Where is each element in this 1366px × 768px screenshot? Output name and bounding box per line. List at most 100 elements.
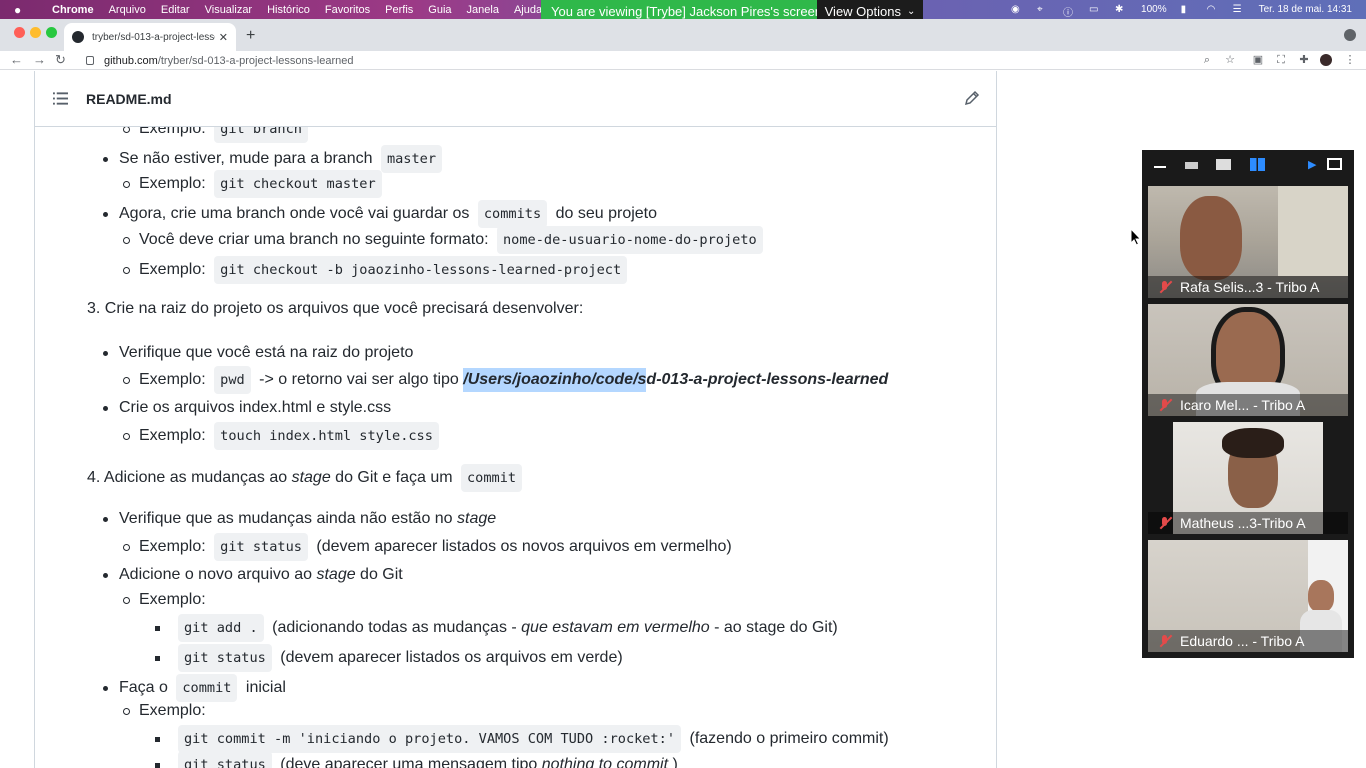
disc-bullet	[103, 350, 108, 356]
target-icon[interactable]: ⌖	[1037, 4, 1049, 16]
window-minimize-button[interactable]	[30, 27, 41, 38]
forward-arrow-icon[interactable]: →	[33, 52, 46, 67]
speaker-view-icon[interactable]	[1216, 159, 1231, 170]
participant-video-tile[interactable]: Eduardo ... - Tribo A	[1148, 540, 1348, 652]
gallery-view-icon[interactable]	[1250, 158, 1265, 171]
extension-icon[interactable]: ▣	[1252, 54, 1264, 66]
menu-item-editar[interactable]: Editar	[161, 4, 190, 16]
readme-filename: README.md	[86, 91, 172, 107]
circle-bullet	[123, 596, 130, 604]
tab-title: tryber/sd-013-a-project-lesso	[92, 31, 215, 43]
next-page-icon[interactable]: ▶	[1308, 158, 1316, 171]
emphasis-text: que estavam em vermelho	[521, 619, 710, 636]
window-close-button[interactable]	[14, 27, 25, 38]
participant-video-tile[interactable]: Rafa Selis...3 - Tribo A	[1148, 186, 1348, 298]
puzzle-extensions-icon[interactable]: ✚	[1298, 54, 1310, 66]
apple-icon[interactable]: ●	[14, 3, 28, 17]
zoom-magnifier-icon[interactable]: ⌕	[1201, 54, 1213, 66]
circle-bullet	[123, 236, 130, 244]
edit-pencil-icon[interactable]	[964, 90, 980, 106]
participant-name: Rafa Selis...3 - Tribo A	[1180, 279, 1320, 295]
readme-paragraph: 3. Crie na raiz do projeto os arquivos q…	[87, 297, 583, 321]
readme-header: README.md	[35, 71, 996, 127]
text-run: Exemplo:	[139, 702, 206, 719]
readme-list-item: Faça o commit inicial	[103, 674, 286, 702]
readme-list-item: Verifique que as mudanças ainda não estã…	[103, 507, 496, 531]
profile-avatar-icon[interactable]	[1320, 54, 1332, 66]
browser-toolbar: ← → ↻ github.com /tryber/sd-013-a-projec…	[0, 51, 1366, 70]
tab-search-icon[interactable]	[1344, 29, 1356, 41]
table-of-contents-icon[interactable]	[53, 92, 68, 105]
url-path: /tryber/sd-013-a-project-lessons-learned	[157, 54, 354, 67]
disc-bullet	[103, 516, 108, 522]
menu-item-ajuda[interactable]: Ajuda	[514, 4, 542, 16]
kebab-menu-icon[interactable]: ⋮	[1344, 54, 1356, 66]
participant-video-background	[1278, 186, 1348, 276]
text-run: Se não estiver, mude para a branch	[119, 150, 377, 167]
text-run: Exemplo:	[139, 427, 211, 444]
address-bar[interactable]: github.com /tryber/sd-013-a-project-less…	[78, 52, 1246, 69]
participant-name: Eduardo ... - Tribo A	[1180, 633, 1305, 649]
strip-view-icon[interactable]	[1185, 162, 1198, 169]
menu-app-name[interactable]: Chrome	[52, 4, 94, 16]
info-icon[interactable]: ⓘ	[1063, 4, 1075, 19]
inline-code: touch index.html style.css	[214, 422, 439, 450]
inline-code: commit	[176, 674, 238, 702]
participant-video-tile[interactable]: Icaro Mel... - Tribo A	[1148, 304, 1348, 416]
disc-bullet	[103, 156, 108, 162]
participant-name: Icaro Mel... - Tribo A	[1180, 397, 1306, 413]
text-run: inicial	[241, 679, 286, 696]
inline-code: git commit -m 'iniciando o projeto. VAMO…	[178, 725, 682, 753]
text-run: 4. Adicione as mudanças ao	[87, 469, 292, 486]
inline-code: git status	[178, 644, 272, 672]
text-run: - ao stage do Git)	[709, 619, 838, 636]
back-arrow-icon[interactable]: ←	[10, 52, 23, 67]
battery-icon[interactable]: ▮	[1181, 4, 1193, 16]
close-icon[interactable]: ✕	[219, 31, 228, 44]
bookmark-star-icon[interactable]: ☆	[1224, 54, 1236, 66]
text-run: Adicione o novo arquivo ao	[119, 566, 317, 583]
readme-list-item: Exemplo: git status (devem aparecer list…	[123, 533, 732, 561]
square-bullet	[155, 655, 160, 661]
text-run: )	[668, 756, 678, 768]
menu-bar-status-area: ◉ ⌖ ⓘ ▭ ✱ 100% ▮ ◠ ☰ Ter. 18 de mai. 14:…	[1011, 0, 1352, 19]
readme-list-item: Exemplo: touch index.html style.css	[123, 422, 443, 450]
inline-code: nome-de-usuario-nome-do-projeto	[496, 226, 763, 254]
window-zoom-button[interactable]	[46, 27, 57, 38]
readme-list-item: Adicione o novo arquivo ao stage do Git	[103, 563, 403, 587]
bluetooth-icon[interactable]: ✱	[1115, 4, 1127, 16]
participant-video-tile[interactable]: Matheus ...3-Tribo A	[1148, 422, 1348, 534]
menu-item-favoritos[interactable]: Favoritos	[325, 4, 370, 16]
control-center-icon[interactable]: ☰	[1233, 4, 1245, 16]
readme-list-item: Verifique que você está na raiz do proje…	[103, 341, 413, 365]
lock-icon	[86, 56, 94, 65]
readme-list-item: Exemplo: git checkout -b joaozinho-lesso…	[123, 256, 631, 284]
pop-out-icon[interactable]	[1327, 158, 1342, 170]
new-tab-icon[interactable]: +	[246, 27, 255, 45]
text-run: (fazendo o primeiro commit)	[685, 730, 889, 747]
readme-list-item: git status (devem aparecer listados os a…	[155, 644, 623, 672]
reload-icon[interactable]: ↻	[55, 52, 66, 68]
github-favicon-icon	[72, 31, 84, 43]
browser-tab-active[interactable]: tryber/sd-013-a-project-lesso ✕	[64, 23, 236, 51]
text-run: Exemplo:	[139, 175, 211, 192]
menu-item-perfis[interactable]: Perfis	[385, 4, 413, 16]
menu-item-janela[interactable]: Janela	[467, 4, 499, 16]
emphasis-text: nothing to commit	[541, 756, 669, 768]
menu-item-visualizar[interactable]: Visualizar	[205, 4, 253, 16]
browser-tab-strip: tryber/sd-013-a-project-lesso ✕ +	[0, 19, 1366, 51]
menu-item-historico[interactable]: Histórico	[267, 4, 310, 16]
zoom-status-icon[interactable]: ◉	[1011, 4, 1023, 16]
text-run: (adicionando todas as mudanças -	[267, 619, 522, 636]
minimize-video-icon[interactable]	[1154, 166, 1166, 168]
wifi-icon[interactable]: ◠	[1207, 4, 1219, 16]
menu-item-arquivo[interactable]: Arquivo	[109, 4, 146, 16]
display-icon[interactable]: ▭	[1089, 4, 1101, 16]
bold-italic-text: d-013-a-project-lessons-learned	[646, 371, 889, 388]
text-run: do seu projeto	[551, 205, 658, 222]
participant-name-bar: Icaro Mel... - Tribo A	[1148, 394, 1348, 416]
screenshot-icon[interactable]: ⛶	[1275, 54, 1287, 66]
muted-microphone-icon	[1158, 634, 1172, 648]
menu-item-guia[interactable]: Guia	[428, 4, 451, 16]
readme-list-item: git add . (adicionando todas as mudanças…	[155, 614, 838, 642]
